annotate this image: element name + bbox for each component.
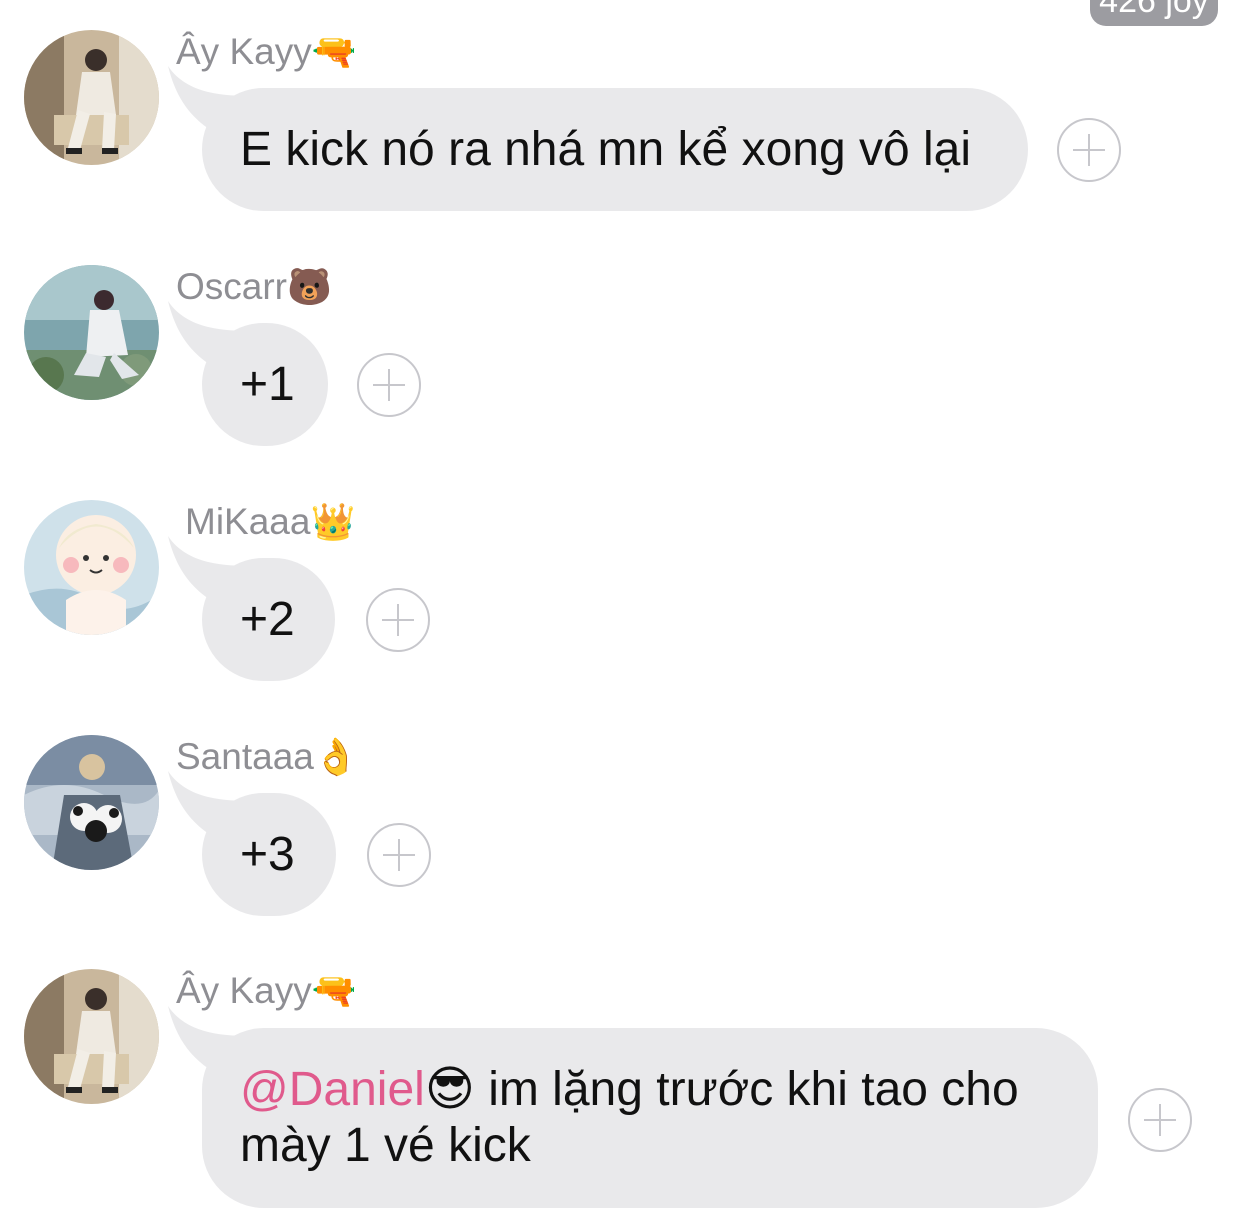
- add-reaction-button[interactable]: [1057, 118, 1121, 182]
- avatar-photo: [24, 30, 159, 165]
- message-text-line: mày 1 vé kick: [240, 1119, 531, 1172]
- chat-thread: 426 joy Ây Kayy🔫 E kick nó ra nhá mn kể …: [0, 0, 1242, 1228]
- message-bubble[interactable]: E kick nó ra nhá mn kể xong vô lại: [168, 66, 1028, 211]
- message-bubble[interactable]: +3: [168, 771, 336, 916]
- sender-name-text: Ây Kayy: [176, 970, 312, 1011]
- avatar[interactable]: [24, 30, 159, 165]
- message-text: @Daniel😎 im lặng trước khi tao cho: [240, 1062, 1060, 1118]
- message-text: +3: [240, 828, 295, 881]
- avatar-photo: [24, 265, 159, 400]
- avatar[interactable]: [24, 500, 159, 635]
- sunglasses-emoji: 😎: [424, 1063, 475, 1116]
- message-bubble[interactable]: @Daniel😎 im lặng trước khi tao cho mày 1…: [168, 1006, 1098, 1208]
- mention-link[interactable]: @Daniel: [240, 1063, 425, 1116]
- timestamp-badge: 426 joy: [1090, 0, 1218, 26]
- avatar-photo: [24, 735, 159, 870]
- avatar[interactable]: [24, 265, 159, 400]
- message-text: +1: [240, 358, 295, 411]
- water-pistol-emoji: 🔫: [311, 31, 357, 72]
- message-text: +2: [240, 593, 295, 646]
- water-pistol-emoji: 🔫: [311, 970, 357, 1011]
- message-bubble[interactable]: +1: [168, 301, 328, 446]
- avatar-photo: [24, 969, 159, 1104]
- crown-emoji: 👑: [310, 501, 356, 542]
- avatar[interactable]: [24, 969, 159, 1104]
- add-reaction-button[interactable]: [367, 823, 431, 887]
- avatar-illustration: [24, 500, 159, 635]
- ok-hand-emoji: 👌: [313, 736, 359, 777]
- message-bubble[interactable]: +2: [168, 536, 335, 681]
- add-reaction-button[interactable]: [366, 588, 430, 652]
- add-reaction-button[interactable]: [1128, 1088, 1192, 1152]
- message-text: E kick nó ra nhá mn kể xong vô lại: [240, 123, 972, 176]
- add-reaction-button[interactable]: [357, 353, 421, 417]
- avatar[interactable]: [24, 735, 159, 870]
- message-text-line: im lặng trước khi tao cho: [474, 1063, 1019, 1116]
- bear-emoji: 🐻: [287, 266, 332, 307]
